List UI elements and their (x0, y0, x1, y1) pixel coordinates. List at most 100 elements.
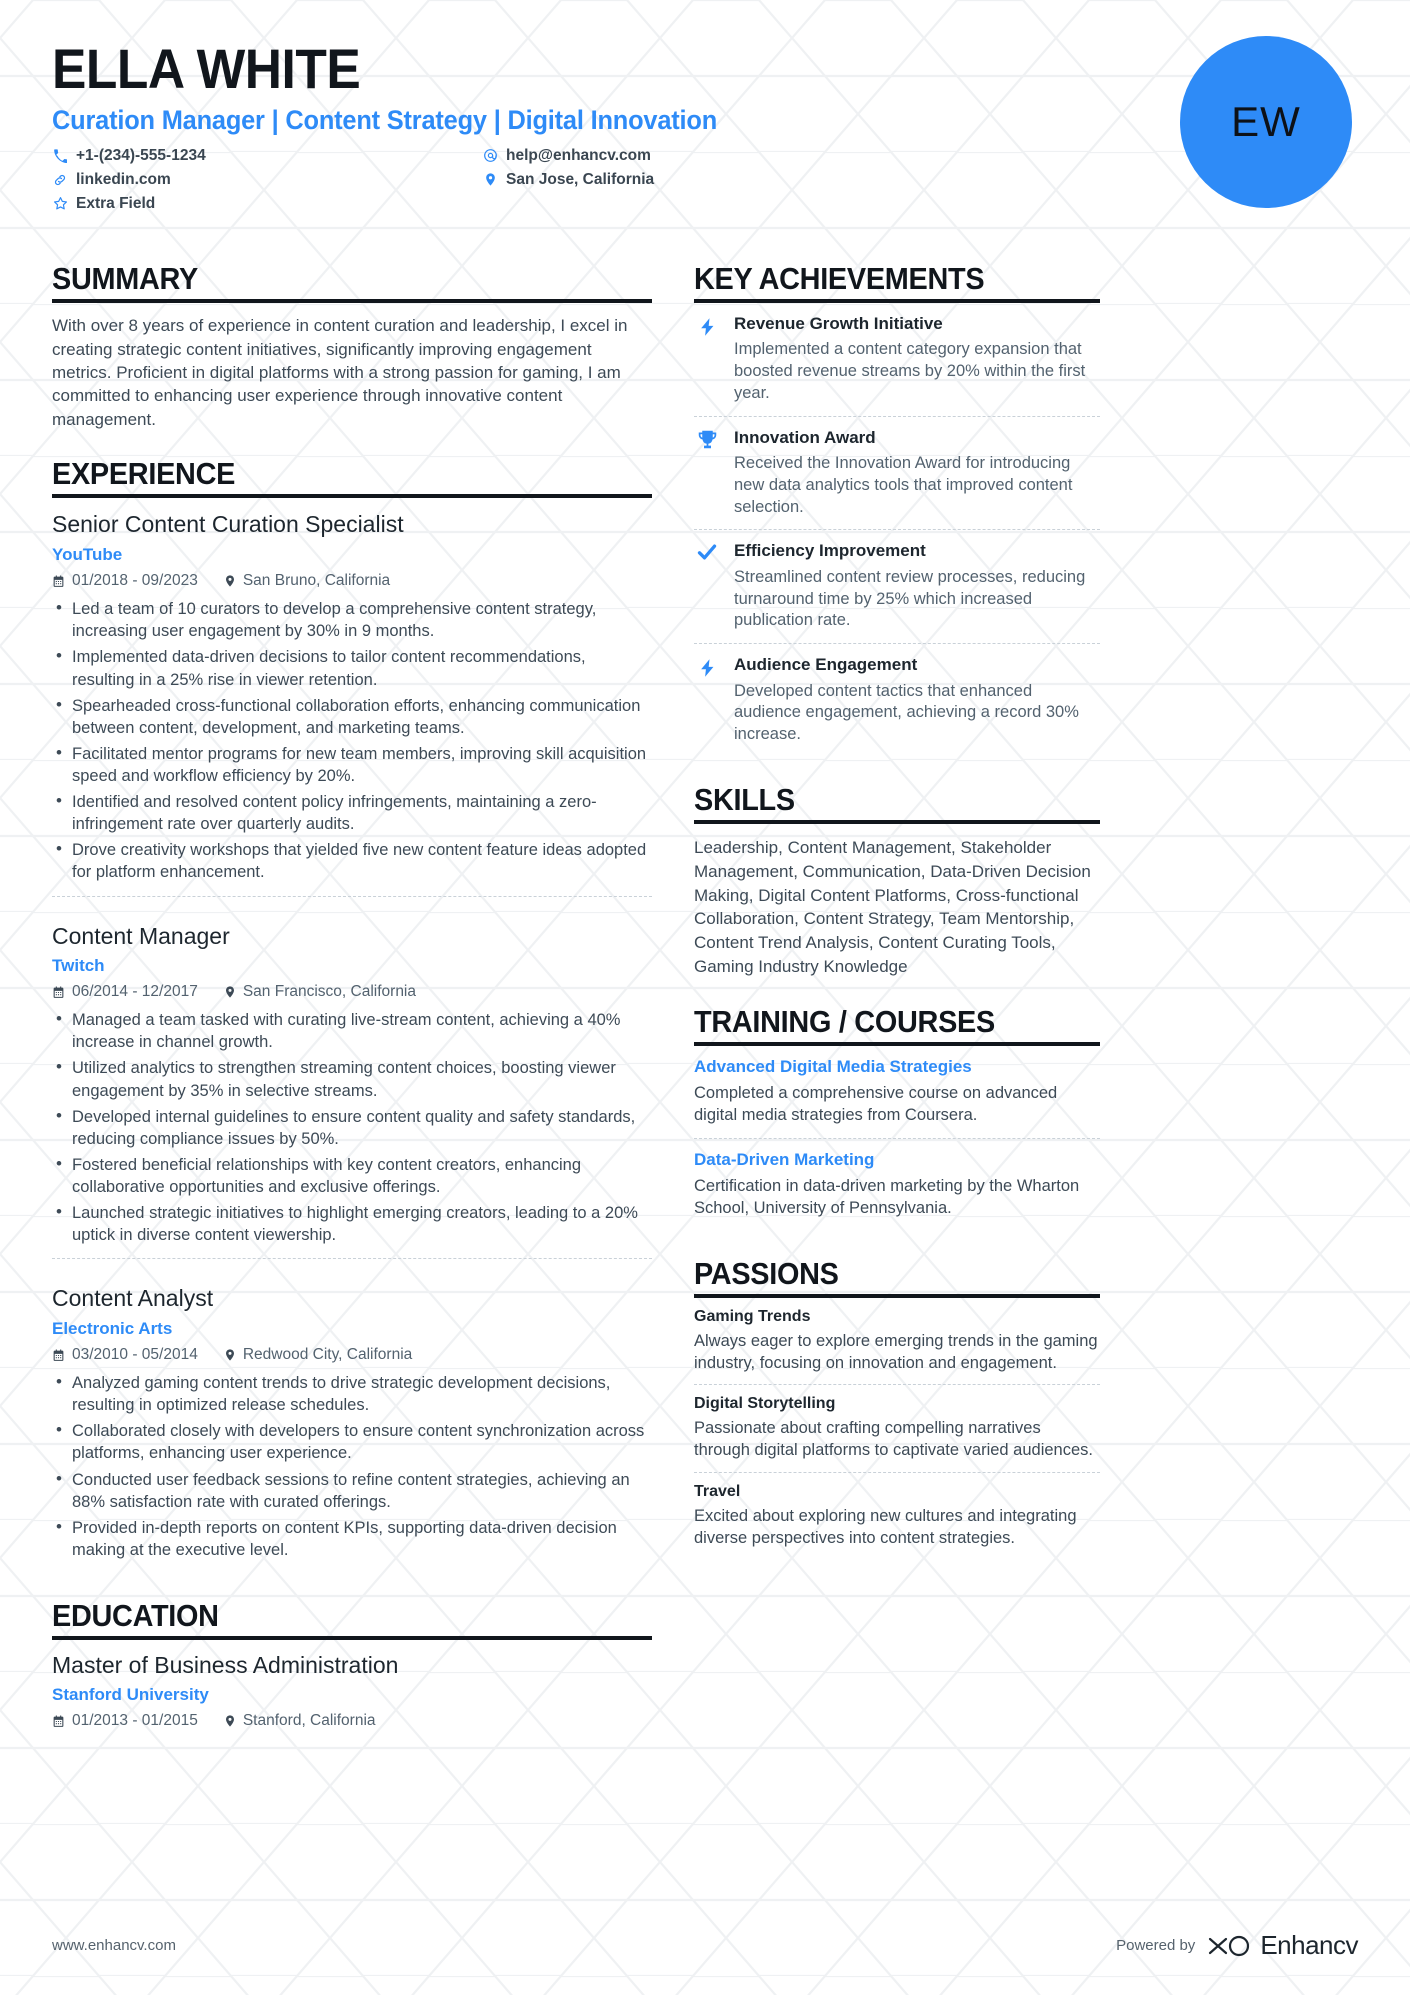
section-divider (52, 494, 652, 499)
location-icon (224, 985, 236, 999)
list-item: Managed a team tasked with curating live… (52, 1008, 652, 1053)
passions-heading: PASSIONS (694, 1255, 839, 1291)
training-item: Advanced Digital Media Strategies Comple… (694, 1046, 1100, 1138)
list-item: Collaborated closely with developers to … (52, 1419, 652, 1464)
experience-heading: EXPERIENCE (52, 456, 236, 492)
calendar-icon (52, 986, 65, 999)
list-item: Launched strategic initiatives to highli… (52, 1201, 652, 1246)
header-role: Curation Manager | Content Strategy | Di… (52, 104, 718, 135)
achievement-description: Received the Innovation Award for introd… (734, 454, 1073, 516)
training-title: Data-Driven Marketing (694, 1149, 875, 1169)
experience-item: Content Analyst Electronic Arts 03/2010 … (52, 1258, 652, 1573)
training-description: Certification in data-driven marketing b… (694, 1177, 1080, 1217)
job-dates: 03/2010 - 05/2014 (52, 1346, 198, 1364)
list-item: Drove creativity workshops that yielded … (52, 838, 652, 883)
skills-text: Leadership, Content Management, Stakehol… (694, 837, 1091, 976)
avatar-initials: EW (1231, 98, 1301, 145)
training-heading: TRAINING / COURSES (694, 1003, 995, 1039)
page-footer: www.enhancv.com Powered by Enhancv (52, 1930, 1358, 1961)
contact-extra[interactable]: Extra Field (52, 195, 482, 213)
job-bullets: Analyzed gaming content trends to drive … (52, 1371, 652, 1561)
achievement-description: Implemented a content category expansion… (734, 340, 1086, 403)
job-dates-text: 01/2018 - 09/2023 (72, 572, 198, 590)
achievement-item: Audience Engagement Developed content ta… (694, 643, 1100, 757)
list-item: Analyzed gaming content trends to drive … (52, 1371, 652, 1416)
job-bullets: Managed a team tasked with curating live… (52, 1008, 652, 1246)
passion-item: Gaming Trends Always eager to explore em… (694, 1298, 1100, 1385)
list-item: Implemented data-driven decisions to tai… (52, 645, 652, 690)
list-item: Utilized analytics to strengthen streami… (52, 1056, 652, 1101)
training-title: Advanced Digital Media Strategies (694, 1056, 972, 1076)
education-degree: Master of Business Administration (52, 1652, 399, 1679)
contact-phone[interactable]: +1-(234)-555-1234 (52, 147, 482, 165)
list-item: Developed internal guidelines to ensure … (52, 1105, 652, 1150)
achievement-title: Efficiency Improvement (734, 541, 926, 561)
achievements-heading: KEY ACHIEVEMENTS (694, 261, 985, 296)
lightning-bolt-icon (694, 655, 720, 746)
list-item: Identified and resolved content policy i… (52, 790, 652, 835)
section-divider (52, 1636, 652, 1641)
passion-title: Travel (694, 1482, 741, 1500)
job-location-text: San Bruno, California (242, 572, 391, 590)
location-icon (224, 574, 236, 588)
section-divider (52, 299, 652, 304)
job-dates: 06/2014 - 12/2017 (52, 983, 198, 1001)
job-location: San Bruno, California (224, 572, 390, 590)
achievement-title: Innovation Award (734, 427, 876, 447)
enhancv-logo[interactable]: Enhancv (1207, 1930, 1358, 1961)
job-location: Redwood City, California (224, 1346, 412, 1364)
job-dates-text: 03/2010 - 05/2014 (72, 1346, 198, 1364)
job-title: Content Manager (52, 922, 230, 949)
job-location-text: Redwood City, California (242, 1346, 413, 1364)
section-key-achievements: KEY ACHIEVEMENTS Revenue Growth Initiati… (694, 261, 1100, 757)
resume-page: ELLA WHITE Curation Manager | Content St… (0, 0, 1410, 1995)
avatar: EW (1180, 36, 1352, 208)
list-item: Fostered beneficial relationships with k… (52, 1153, 652, 1198)
trophy-icon (694, 428, 720, 519)
education-location-text: Stanford, California (242, 1712, 376, 1730)
job-meta: 01/2018 - 09/2023 San Bruno, California (52, 572, 652, 590)
job-bullets: Led a team of 10 curators to develop a c… (52, 597, 652, 883)
summary-text: With over 8 years of experience in conte… (52, 316, 628, 429)
job-company: YouTube (52, 545, 123, 565)
list-item: Spearheaded cross-functional collaborati… (52, 694, 652, 739)
contact-phone-text: +1-(234)-555-1234 (76, 146, 206, 164)
achievement-title: Revenue Growth Initiative (734, 314, 943, 334)
page-title: ELLA WHITE (52, 37, 361, 100)
location-icon (482, 172, 498, 187)
job-meta: 06/2014 - 12/2017 San Francisco, Califor… (52, 983, 652, 1001)
contact-extra-text: Extra Field (76, 194, 156, 212)
list-item: Conducted user feedback sessions to refi… (52, 1468, 652, 1513)
education-school: Stanford University (52, 1685, 209, 1705)
location-icon (224, 1348, 236, 1362)
calendar-icon (52, 1349, 65, 1362)
footer-website[interactable]: www.enhancv.com (52, 1937, 176, 1954)
summary-heading: SUMMARY (52, 261, 198, 296)
job-title: Senior Content Curation Specialist (52, 511, 404, 538)
resume-header: ELLA WHITE Curation Manager | Content St… (52, 36, 1358, 240)
enhancv-mark-icon (1209, 1935, 1250, 1956)
training-description: Completed a comprehensive course on adva… (694, 1084, 1058, 1124)
powered-by-label: Powered by (1116, 1937, 1196, 1954)
section-passions: PASSIONS Gaming Trends Always eager to e… (694, 1255, 1100, 1560)
job-location: San Francisco, California (224, 983, 416, 1001)
job-meta: 03/2010 - 05/2014 Redwood City, Californ… (52, 1346, 652, 1364)
location-icon (224, 1714, 236, 1728)
footer-branding: Powered by Enhancv (1116, 1930, 1358, 1961)
list-item: Led a team of 10 curators to develop a c… (52, 597, 652, 642)
contact-linkedin[interactable]: linkedin.com (52, 171, 482, 189)
job-location-text: San Francisco, California (242, 983, 417, 1001)
checkmark-icon (694, 541, 720, 632)
phone-icon (52, 149, 68, 163)
passion-item: Travel Excited about exploring new cultu… (694, 1471, 1100, 1560)
section-training-courses: TRAINING / COURSES Advanced Digital Medi… (694, 1003, 1100, 1231)
achievement-description: Streamlined content review processes, re… (734, 567, 1086, 630)
experience-item: Senior Content Curation Specialist YouTu… (52, 510, 652, 895)
right-column: KEY ACHIEVEMENTS Revenue Growth Initiati… (694, 261, 1100, 1730)
list-item: Provided in-depth reports on content KPI… (52, 1516, 652, 1561)
enhancv-wordmark: Enhancv (1260, 1930, 1358, 1960)
skills-heading: SKILLS (694, 781, 795, 817)
achievement-description: Developed content tactics that enhanced … (734, 681, 1079, 744)
passion-title: Gaming Trends (694, 1307, 811, 1325)
section-experience: EXPERIENCE Senior Content Curation Speci… (52, 457, 652, 1573)
